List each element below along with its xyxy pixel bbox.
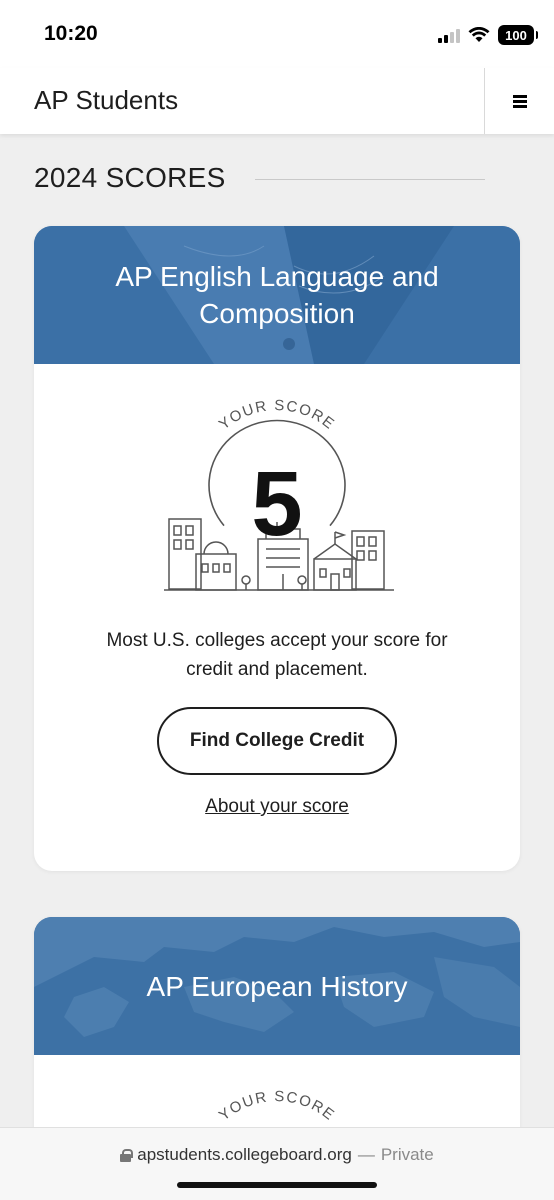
menu-button[interactable]: [485, 68, 554, 134]
find-college-credit-button[interactable]: Find College Credit: [157, 707, 397, 775]
cellular-signal-icon: [438, 27, 460, 43]
status-bar: 10:20 100: [0, 0, 554, 68]
about-your-score-link[interactable]: About your score: [205, 796, 349, 817]
app-title[interactable]: AP Students: [34, 85, 178, 116]
about-score-link-row: About your score: [34, 796, 520, 818]
section-heading: 2024 SCORES: [34, 162, 226, 193]
score-caption: YOUR SCORE: [216, 1088, 338, 1124]
subject-title: AP European History: [146, 970, 408, 1002]
url-text: apstudents.collegeboard.org: [137, 1145, 352, 1164]
lock-icon: [120, 1148, 134, 1162]
card-banner: AP European History: [34, 917, 520, 1055]
app-header: AP Students: [0, 68, 554, 134]
section-divider: [255, 179, 485, 180]
home-indicator[interactable]: [177, 1182, 377, 1188]
score-card: AP English Language and Composition YOUR…: [34, 226, 520, 871]
url-row[interactable]: apstudents.collegeboard.org — Private: [0, 1145, 554, 1165]
card-banner: AP English Language and Composition: [34, 226, 520, 364]
score-graphic: YOUR SCORE: [216, 1088, 338, 1124]
score-message: Most U.S. colleges accept your score for…: [106, 630, 448, 680]
status-icons: 100: [438, 24, 538, 46]
browser-address-bar[interactable]: apstudents.collegeboard.org — Private: [0, 1127, 554, 1200]
battery-icon: 100: [498, 25, 538, 45]
subject-title: AP English Language and Composition: [115, 261, 439, 329]
url-separator: —: [357, 1145, 375, 1164]
wifi-icon: [468, 27, 490, 42]
score-value: 5: [251, 453, 303, 555]
status-time: 10:20: [44, 22, 98, 45]
score-caption: YOUR SCORE: [216, 397, 338, 433]
private-label: Private: [380, 1145, 434, 1164]
hamburger-menu-icon: [512, 94, 527, 108]
